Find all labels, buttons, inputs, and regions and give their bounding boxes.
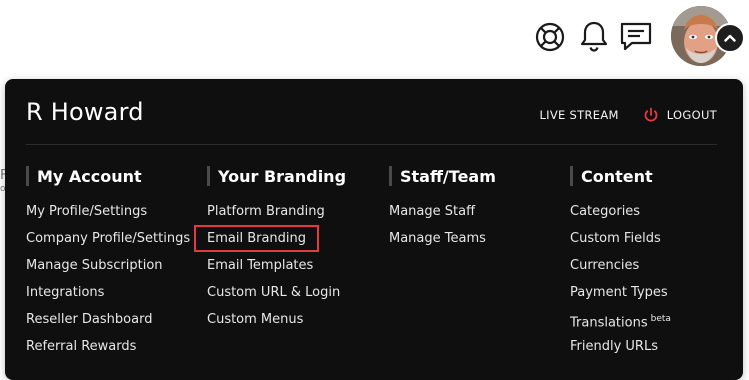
menu-item-platform-branding[interactable]: Platform Branding [207, 198, 382, 225]
menu-item-translations[interactable]: Translations beta [570, 306, 745, 333]
user-name: R Howard [26, 98, 144, 126]
translations-label: Translations [570, 315, 648, 331]
menu-item-referral-rewards[interactable]: Referral Rewards [26, 333, 201, 360]
column-my-account: My Account My Profile/Settings Company P… [26, 165, 201, 360]
power-icon [644, 107, 658, 122]
column-content: Content Categories Custom Fields Currenc… [570, 165, 745, 360]
live-stream-link[interactable]: LIVE STREAM [539, 108, 618, 122]
top-bar [0, 0, 749, 72]
lifebuoy-icon[interactable] [533, 19, 567, 55]
menu-item-manage-teams[interactable]: Manage Teams [389, 225, 564, 252]
menu-item-manage-subscription[interactable]: Manage Subscription [26, 252, 201, 279]
column-heading: Content [570, 165, 745, 187]
beta-badge: beta [650, 314, 671, 324]
column-title: My Account [37, 166, 142, 186]
menu-item-custom-url-login[interactable]: Custom URL & Login [207, 279, 382, 306]
column-title: Staff/Team [400, 166, 496, 186]
menu-item-company-profile-settings[interactable]: Company Profile/Settings [26, 225, 201, 252]
column-heading: Your Branding [207, 165, 382, 187]
menu-actions: LIVE STREAM LOGOUT [539, 107, 717, 123]
logout-label: LOGOUT [666, 108, 717, 122]
menu-item-manage-staff[interactable]: Manage Staff [389, 198, 564, 225]
column-title: Content [581, 166, 653, 186]
menu-item-categories[interactable]: Categories [570, 198, 745, 225]
account-dropdown-menu: R Howard LIVE STREAM LOGOUT My Account M… [5, 79, 743, 380]
highlight-box: Email Branding [194, 225, 320, 252]
menu-item-my-profile-settings[interactable]: My Profile/Settings [26, 198, 201, 225]
divider [26, 144, 717, 145]
menu-item-friendly-urls[interactable]: Friendly URLs [570, 333, 745, 360]
menu-item-email-branding[interactable]: Email Branding [194, 225, 382, 252]
column-heading: Staff/Team [389, 165, 564, 187]
menu-item-payment-types[interactable]: Payment Types [570, 279, 745, 306]
column-heading: My Account [26, 165, 201, 187]
menu-item-custom-menus[interactable]: Custom Menus [207, 306, 382, 333]
chevron-up-icon[interactable] [715, 23, 745, 53]
menu-item-email-templates[interactable]: Email Templates [207, 252, 382, 279]
chat-icon[interactable] [619, 19, 653, 55]
logout-button[interactable]: LOGOUT [643, 107, 717, 123]
menu-item-custom-fields[interactable]: Custom Fields [570, 225, 745, 252]
menu-item-currencies[interactable]: Currencies [570, 252, 745, 279]
menu-item-reseller-dashboard[interactable]: Reseller Dashboard [26, 306, 201, 333]
column-staff-team: Staff/Team Manage Staff Manage Teams [389, 165, 564, 252]
bell-icon[interactable] [577, 19, 611, 55]
column-your-branding: Your Branding Platform Branding Email Br… [194, 165, 382, 333]
column-title: Your Branding [218, 166, 347, 186]
menu-item-integrations[interactable]: Integrations [26, 279, 201, 306]
